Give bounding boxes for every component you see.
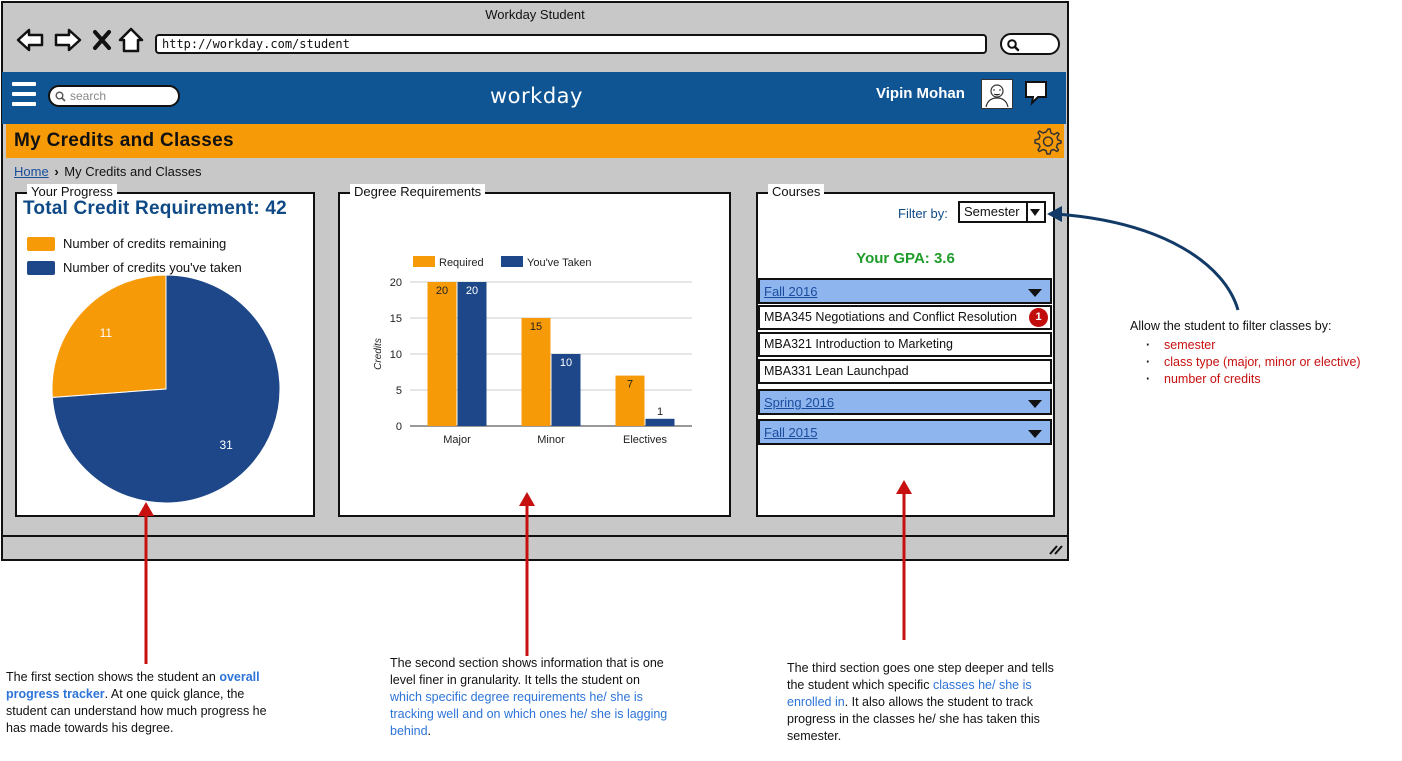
- section2-text-a: The second section shows information tha…: [390, 656, 664, 687]
- legend-label: Required: [439, 257, 484, 269]
- filter-dropdown[interactable]: Semester: [958, 201, 1046, 223]
- bar-value-label: 1: [657, 406, 663, 418]
- legend-swatch: [501, 256, 523, 267]
- workday-logo[interactable]: workday: [490, 84, 583, 108]
- bar: [521, 318, 551, 426]
- y-tick-label: 10: [390, 349, 402, 361]
- requirements-panel: Degree Requirements Required You've Taken…: [338, 184, 731, 517]
- course-name[interactable]: MBA345 Negotiations and Conflict Resolut…: [764, 310, 1017, 324]
- filter-selected-value: Semester: [964, 204, 1020, 219]
- back-icon[interactable]: [15, 25, 45, 55]
- legend-swatch: [413, 256, 435, 267]
- notification-badge[interactable]: 1: [1029, 308, 1048, 327]
- breadcrumb-current: My Credits and Classes: [64, 164, 202, 179]
- y-tick-label: 0: [396, 421, 402, 433]
- section1-text-a: The first section shows the student an: [6, 670, 216, 684]
- window-title: Workday Student: [485, 7, 585, 22]
- bar-value-label: 7: [627, 379, 633, 391]
- breadcrumb: Home › My Credits and Classes: [14, 164, 202, 179]
- pie-slice-label: 31: [219, 438, 233, 452]
- course-name[interactable]: MBA331 Lean Launchpad: [764, 364, 909, 378]
- section2-annotation: The second section shows information tha…: [390, 655, 670, 740]
- search-input[interactable]: search: [48, 85, 180, 107]
- gear-icon[interactable]: [1034, 127, 1062, 155]
- courses-panel-title: Courses: [768, 184, 825, 199]
- filter-annotation-list: semester class type (major, minor or ele…: [1130, 337, 1400, 388]
- filter-option: number of credits: [1146, 371, 1400, 388]
- arrow-filter: [1047, 206, 1240, 311]
- bar-value-label: 15: [530, 321, 542, 333]
- stop-icon[interactable]: [91, 25, 113, 55]
- x-tick-label: Electives: [623, 434, 668, 446]
- semester-fall-2016[interactable]: Fall 2016: [758, 278, 1052, 304]
- section3-annotation: The third section goes one step deeper a…: [787, 660, 1069, 745]
- notes-icon[interactable]: [1024, 80, 1048, 106]
- filter-option: class type (major, minor or elective): [1146, 354, 1400, 371]
- progress-panel: Your Progress Total Credit Requirement: …: [15, 184, 315, 517]
- search-icon: [55, 91, 66, 102]
- course-mba331[interactable]: MBA331 Lean Launchpad: [758, 359, 1052, 384]
- y-tick-label: 5: [396, 385, 402, 397]
- dropdown-arrow-icon[interactable]: [1026, 203, 1044, 221]
- bar: [645, 418, 675, 426]
- legend-label: You've Taken: [527, 257, 592, 269]
- search-placeholder: search: [70, 89, 107, 103]
- gpa-display: Your GPA: 3.6: [856, 250, 955, 267]
- section2-highlight: which specific degree requirements he/ s…: [390, 690, 668, 738]
- app-header: search workday Vipin Mohan: [2, 72, 1066, 124]
- y-tick-label: 15: [390, 313, 402, 325]
- semester-label[interactable]: Fall 2016: [764, 284, 817, 299]
- section2-text-c: .: [427, 724, 432, 738]
- page-title: My Credits and Classes: [14, 130, 234, 151]
- x-tick-label: Major: [443, 434, 471, 446]
- course-mba321[interactable]: MBA321 Introduction to Marketing: [758, 332, 1052, 357]
- semester-label[interactable]: Spring 2016: [764, 395, 834, 410]
- breadcrumb-home-link[interactable]: Home: [14, 164, 49, 179]
- filter-label: Filter by:: [898, 206, 948, 221]
- breadcrumb-separator-icon: ›: [54, 164, 59, 179]
- courses-panel: Courses Filter by: Semester Your GPA: 3.…: [756, 184, 1055, 517]
- pie-slice-label: 11: [100, 326, 113, 340]
- avatar[interactable]: [981, 79, 1013, 109]
- expand-icon[interactable]: [1028, 400, 1042, 409]
- home-icon[interactable]: [117, 25, 147, 55]
- browser-search-field[interactable]: [1000, 33, 1060, 55]
- user-name[interactable]: Vipin Mohan: [876, 85, 965, 102]
- course-mba345[interactable]: MBA345 Negotiations and Conflict Resolut…: [758, 305, 1052, 330]
- bar-value-label: 20: [436, 285, 448, 297]
- status-bar: [3, 535, 1067, 559]
- menu-icon[interactable]: [12, 82, 36, 108]
- filter-annotation: Allow the student to filter classes by: …: [1130, 318, 1400, 388]
- bar-value-label: 20: [466, 285, 478, 297]
- url-bar[interactable]: http://workday.com/student: [155, 34, 987, 54]
- credits-pie-chart: 11 31: [51, 274, 281, 504]
- bar: [457, 282, 487, 426]
- collapse-icon[interactable]: [1028, 289, 1042, 298]
- semester-fall-2015[interactable]: Fall 2015: [758, 419, 1052, 445]
- expand-icon[interactable]: [1028, 430, 1042, 439]
- filter-option: semester: [1146, 337, 1400, 354]
- user-icon: [985, 84, 1009, 108]
- section1-annotation: The first section shows the student an o…: [6, 669, 268, 737]
- forward-icon[interactable]: [53, 25, 83, 55]
- search-icon: [1007, 39, 1020, 52]
- bar-value-label: 10: [560, 357, 572, 369]
- y-axis-label: Credits: [373, 338, 384, 370]
- semester-spring-2016[interactable]: Spring 2016: [758, 389, 1052, 415]
- x-tick-label: Minor: [537, 434, 565, 446]
- y-tick-label: 20: [390, 277, 402, 289]
- page-title-bar: My Credits and Classes: [6, 124, 1064, 158]
- resize-grip-icon[interactable]: [1047, 542, 1063, 556]
- semester-label[interactable]: Fall 2015: [764, 425, 817, 440]
- filter-annotation-intro: Allow the student to filter classes by:: [1130, 319, 1332, 333]
- requirements-bar-chart: Required You've Taken 0 5 10 15 20 Credits 20 20 M…: [373, 256, 692, 446]
- bar: [427, 282, 457, 426]
- course-name[interactable]: MBA321 Introduction to Marketing: [764, 337, 953, 351]
